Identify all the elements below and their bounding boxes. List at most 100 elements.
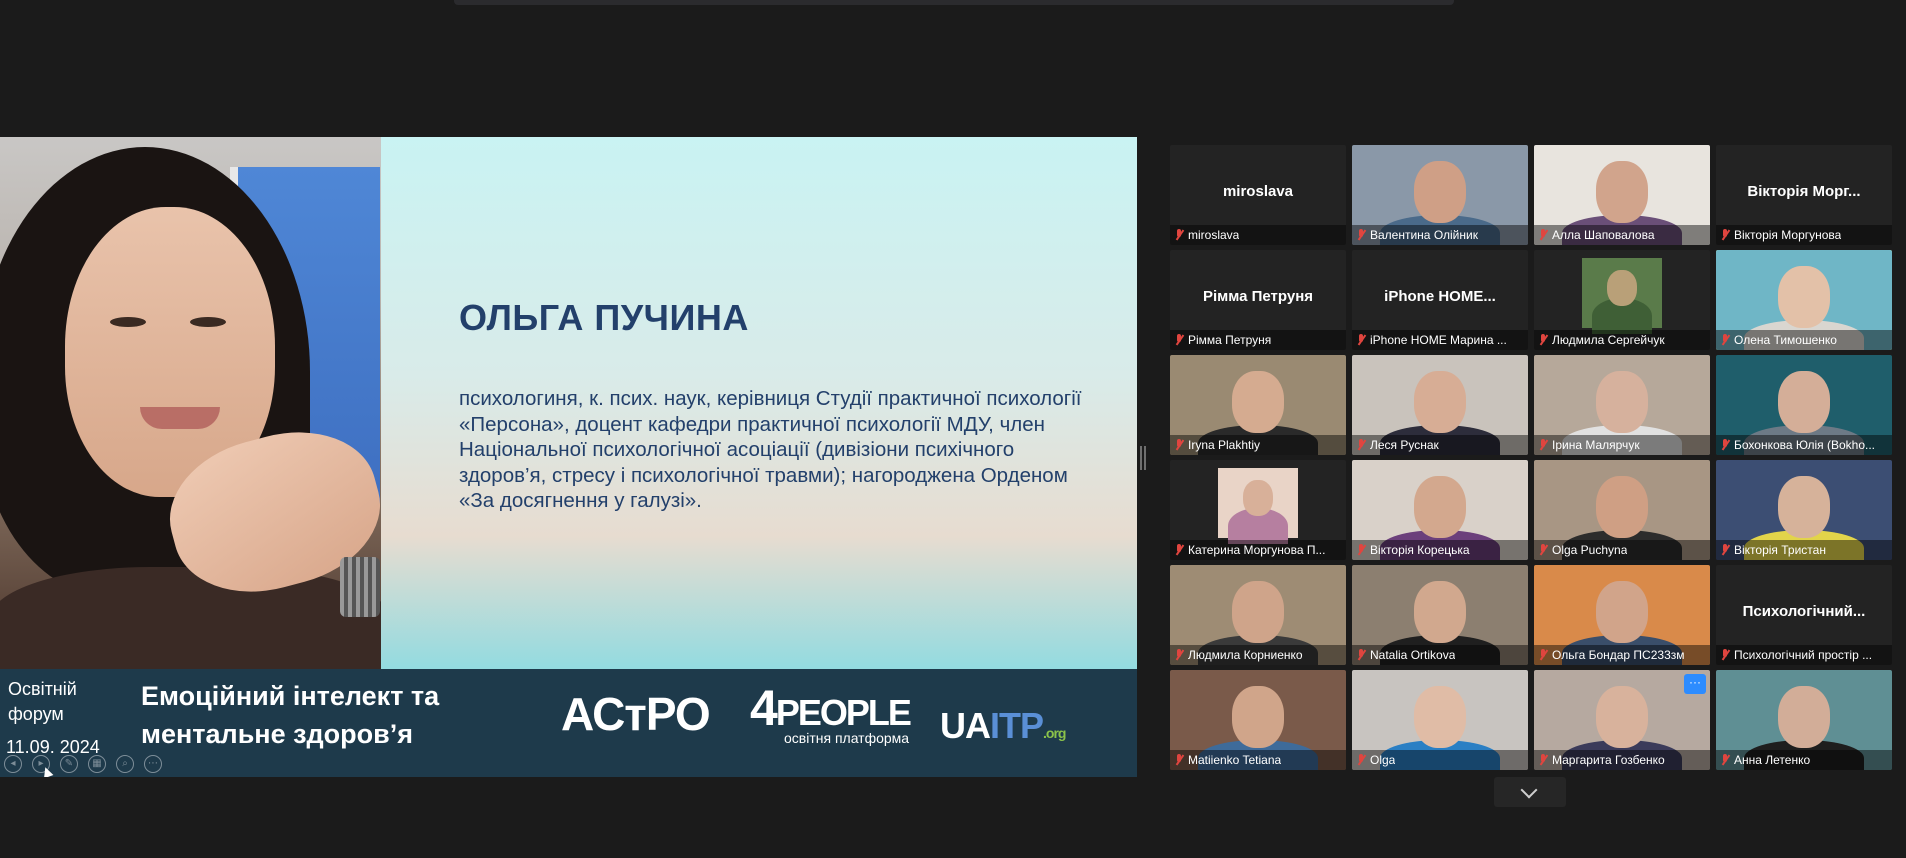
participant-center-name: Рімма Петруня: [1202, 288, 1314, 305]
forum-label: Освітній форум: [8, 679, 77, 724]
participant-tile[interactable]: miroslava miroslava: [1170, 145, 1346, 245]
participant-name-bar: Олена Тимошенко: [1716, 330, 1892, 350]
participant-name: Natalia Ortikova: [1370, 648, 1456, 662]
chevron-down-icon: [1520, 781, 1538, 799]
participant-name: Вікторія Моргунова: [1734, 228, 1842, 242]
top-toolbar-strip[interactable]: [454, 0, 1454, 5]
participant-video: [1218, 468, 1298, 544]
participant-name-bar: Matiienko Tetiana: [1170, 750, 1346, 770]
participant-tile[interactable]: Iryna Plakhtiy: [1170, 355, 1346, 455]
participant-name: Анна Летенко: [1734, 753, 1811, 767]
more-options-icon[interactable]: ⋯: [144, 755, 162, 773]
mic-muted-icon: [1720, 754, 1730, 766]
shared-screen-slide: ОЛЬГА ПУЧИНА психологиня, к. псих. наук,…: [0, 137, 1137, 777]
uaitp-logo-itp: ITP: [990, 705, 1044, 746]
participant-tile[interactable]: Леся Руснак: [1352, 355, 1528, 455]
slide-text-area: ОЛЬГА ПУЧИНА психологиня, к. псих. наук,…: [381, 137, 1137, 669]
previous-slide-icon[interactable]: ◂: [4, 755, 22, 773]
participant-tile[interactable]: Вікторія Тристан: [1716, 460, 1892, 560]
participant-tile[interactable]: Ірина Малярчук: [1534, 355, 1710, 455]
participant-name-bar: Iryna Plakhtiy: [1170, 435, 1346, 455]
mic-muted-icon: [1720, 229, 1730, 241]
participant-name-bar: Вікторія Моргунова: [1716, 225, 1892, 245]
participant-tile[interactable]: Психологічний... Психологічний простір ..…: [1716, 565, 1892, 665]
mic-muted-icon: [1538, 754, 1548, 766]
mic-muted-icon: [1538, 334, 1548, 346]
4people-logo-word: PEOPLE: [775, 692, 912, 733]
meeting-window: ОЛЬГА ПУЧИНА психологиня, к. псих. наук,…: [0, 0, 1906, 858]
participant-name: Рімма Петруня: [1188, 333, 1272, 347]
participant-name: Ірина Малярчук: [1552, 438, 1640, 452]
participant-tile[interactable]: Алла Шаповалова: [1534, 145, 1710, 245]
zoom-icon[interactable]: ⌕: [116, 755, 134, 773]
gallery-scroll-down-button[interactable]: [1494, 777, 1566, 807]
participant-center-name: Психологічний...: [1742, 603, 1866, 620]
participant-name: Вікторія Тристан: [1734, 543, 1826, 557]
participant-name: Людмила Корниенко: [1188, 648, 1303, 662]
participant-tile[interactable]: Ольга Бондар ПС233зм: [1534, 565, 1710, 665]
participant-name-bar: Психологічний простір ...: [1716, 645, 1892, 665]
uaitp-logo-ua: UA: [940, 705, 991, 746]
mic-muted-icon: [1538, 439, 1548, 451]
participant-name-bar: miroslava: [1170, 225, 1346, 245]
uaitp-logo-org: .org: [1043, 725, 1066, 741]
participant-tile[interactable]: Валентина Олійник: [1352, 145, 1528, 245]
participant-center-name: Вікторія Морг...: [1747, 183, 1861, 200]
participant-name: Катерина Моргунова П...: [1188, 543, 1326, 557]
mic-muted-icon: [1356, 649, 1366, 661]
4people-logo: 4PEOPLE освітня платформа: [750, 680, 912, 746]
participant-tile[interactable]: Вікторія Морг... Вікторія Моргунова: [1716, 145, 1892, 245]
participant-name-bar: Рімма Петруня: [1170, 330, 1346, 350]
participant-tile[interactable]: Катерина Моргунова П...: [1170, 460, 1346, 560]
participant-name: Леся Руснак: [1370, 438, 1439, 452]
mic-muted-icon: [1356, 334, 1366, 346]
participant-name-bar: Olga Puchyna: [1534, 540, 1710, 560]
mic-muted-icon: [1356, 439, 1366, 451]
participant-tile[interactable]: Рімма Петруня Рімма Петруня: [1170, 250, 1346, 350]
participant-name: Ольга Бондар ПС233зм: [1552, 648, 1685, 662]
participant-name: Олена Тимошенко: [1734, 333, 1837, 347]
participant-tile[interactable]: Вікторія Корецька: [1352, 460, 1528, 560]
4people-logo-subtitle: освітня платформа: [784, 730, 910, 746]
participant-name-bar: Алла Шаповалова: [1534, 225, 1710, 245]
participant-tile[interactable]: iPhone HOME... iPhone HOME Марина ...: [1352, 250, 1528, 350]
participant-tile[interactable]: Olga Puchyna: [1534, 460, 1710, 560]
4people-logo-digit: 4: [750, 680, 778, 736]
participant-name-bar: Вікторія Тристан: [1716, 540, 1892, 560]
speaker-name: ОЛЬГА ПУЧИНА: [459, 297, 749, 338]
mic-muted-icon: [1720, 334, 1730, 346]
participant-name-bar: Olga: [1352, 750, 1528, 770]
participant-name-bar: Леся Руснак: [1352, 435, 1528, 455]
participant-gallery: miroslava miroslava Валентина Олійник Алла …: [1170, 145, 1894, 770]
mic-muted-icon: [1174, 229, 1184, 241]
participant-more-button[interactable]: ···: [1684, 674, 1706, 694]
participant-name: Психологічний простір ...: [1734, 648, 1873, 662]
mic-muted-icon: [1720, 439, 1730, 451]
participant-tile[interactable]: ··· Маргарита Гозбенко: [1534, 670, 1710, 770]
astro-logo: АСтРО: [561, 688, 711, 740]
mic-muted-icon: [1356, 754, 1366, 766]
participant-tile[interactable]: Олена Тимошенко: [1716, 250, 1892, 350]
mic-muted-icon: [1356, 229, 1366, 241]
participant-name: Olga Puchyna: [1552, 543, 1628, 557]
mic-muted-icon: [1174, 544, 1184, 556]
participant-tile[interactable]: Olga: [1352, 670, 1528, 770]
pen-icon[interactable]: ✎: [60, 755, 78, 773]
participant-tile[interactable]: Natalia Ortikova: [1352, 565, 1528, 665]
participant-video: [1582, 258, 1662, 334]
participant-tile[interactable]: Людмила Корниенко: [1170, 565, 1346, 665]
participant-tile[interactable]: Анна Летенко: [1716, 670, 1892, 770]
participant-tile[interactable]: Matiienko Tetiana: [1170, 670, 1346, 770]
participant-name-bar: Людмила Корниенко: [1170, 645, 1346, 665]
participant-name: Алла Шаповалова: [1552, 228, 1655, 242]
forum-title: Емоційний інтелект та ментальне здоров’я: [141, 681, 440, 749]
participant-tile[interactable]: Бохонкова Юлія (Bokho...: [1716, 355, 1892, 455]
split-resize-handle[interactable]: [1140, 446, 1146, 470]
slides-overview-icon[interactable]: ▦: [88, 755, 106, 773]
participant-name-bar: Бохонкова Юлія (Bokho...: [1716, 435, 1892, 455]
participant-name: Бохонкова Юлія (Bokho...: [1734, 438, 1875, 452]
mic-muted-icon: [1720, 544, 1730, 556]
participant-tile[interactable]: Людмила Сергейчук: [1534, 250, 1710, 350]
participant-name: Matiienko Tetiana: [1188, 753, 1282, 767]
participant-center-name: iPhone HOME...: [1384, 288, 1496, 305]
